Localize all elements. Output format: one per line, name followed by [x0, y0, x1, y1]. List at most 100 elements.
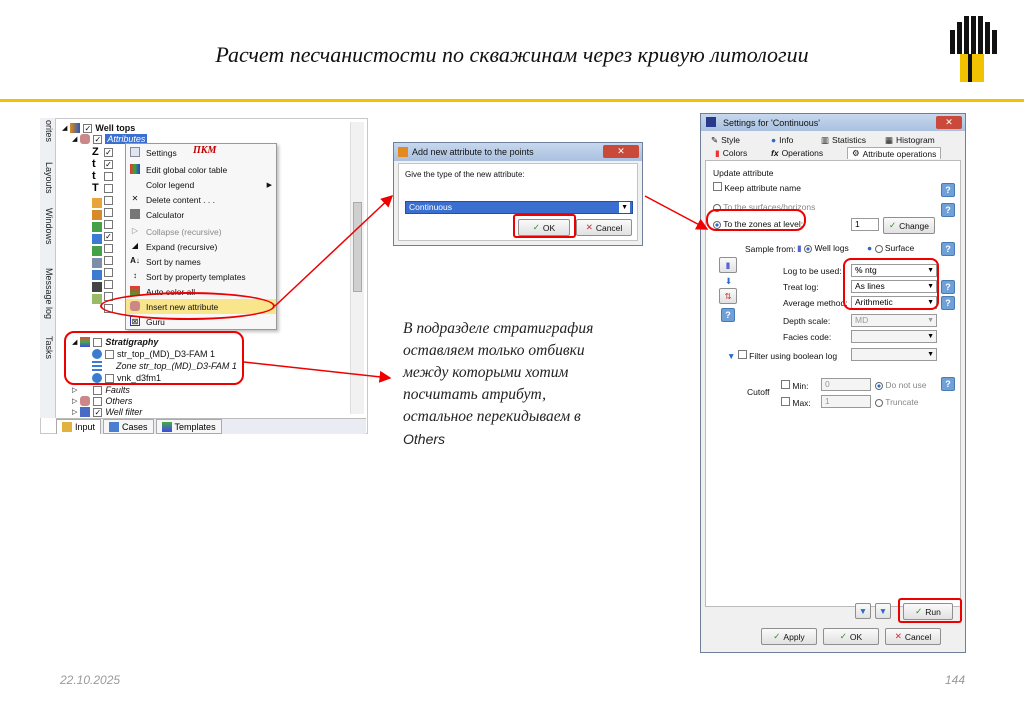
help-icon[interactable]: ? — [941, 203, 955, 217]
menu-item-sort-templates[interactable]: ↕ Sort by property templates — [126, 269, 276, 284]
checkbox[interactable] — [737, 350, 747, 359]
help-icon[interactable]: ? — [941, 183, 955, 197]
dialog-titlebar: Settings for 'Continuous' ✕ — [701, 114, 965, 131]
check-icon: ✓ — [839, 631, 847, 641]
depth-scale-label: Depth scale: — [783, 316, 831, 326]
sort-names-icon: A↓ — [130, 256, 140, 265]
ok-button[interactable]: ✓ OK — [823, 628, 879, 645]
menu-item-delete-content[interactable]: ✕ Delete content . . . — [126, 192, 276, 207]
close-button[interactable]: ✕ — [936, 116, 962, 129]
tab-layouts[interactable]: Layouts — [44, 162, 54, 194]
checkbox[interactable]: ✓ — [93, 134, 103, 144]
checkbox[interactable] — [104, 256, 113, 265]
well-filter-icon — [80, 407, 91, 417]
app-icon — [706, 117, 716, 127]
checkbox[interactable]: ✓ — [104, 160, 113, 169]
tab-cases[interactable]: Cases — [103, 419, 154, 434]
menu-item-collapse[interactable]: ▷ Collapse (recursive) — [126, 224, 276, 239]
checkbox[interactable] — [104, 244, 113, 253]
checkbox[interactable] — [104, 184, 113, 193]
filter-icon: ▼ — [858, 606, 868, 616]
tree-item-others[interactable]: ▷ Others — [72, 396, 132, 406]
checkbox[interactable] — [104, 268, 113, 277]
tab-style[interactable]: ✎ Style — [707, 134, 744, 146]
tab-tasks[interactable]: Tasks — [44, 336, 54, 359]
boolean-log-select[interactable]: ▼ — [851, 348, 937, 361]
tab-input[interactable]: Input — [56, 419, 102, 434]
filter-down-button[interactable]: ▼ — [875, 603, 891, 619]
close-button[interactable]: ✕ — [603, 145, 639, 158]
tab-operations[interactable]: fx Operations — [767, 147, 827, 159]
checkbox[interactable] — [104, 220, 113, 229]
depth-scale-select[interactable]: MD ▼ — [851, 314, 937, 327]
well-logs-option[interactable]: ▮ Well logs — [797, 243, 849, 254]
facies-code-select[interactable]: ▼ — [851, 330, 937, 343]
cancel-button[interactable]: ✕ Cancel — [885, 628, 941, 645]
min-option[interactable]: Min: — [781, 380, 808, 391]
checkbox[interactable] — [104, 280, 113, 289]
tab-favorites[interactable]: orites — [44, 120, 54, 142]
instruction-text: В подразделе стратиграфия оставляем толь… — [403, 320, 594, 447]
checkbox[interactable] — [93, 396, 103, 406]
filter-icon: ▼ — [727, 351, 736, 361]
log-icon-button[interactable]: ▮ — [719, 257, 737, 273]
apply-button[interactable]: ✓ Apply — [761, 628, 817, 645]
bottom-tab-strip: Input Cases Templates — [56, 418, 366, 434]
copy-button[interactable]: ⇅ — [719, 288, 737, 304]
max-input[interactable]: 1 — [821, 395, 871, 408]
checkbox[interactable]: ✓ — [104, 148, 113, 157]
filter-up-button[interactable]: ▼ — [855, 603, 871, 619]
expand-icon: ◢ — [131, 241, 139, 250]
attribute-type-select[interactable]: Continuous ▼ — [405, 201, 633, 214]
sort-templates-icon: ↕ — [133, 271, 137, 280]
help-icon[interactable]: ? — [721, 308, 735, 322]
vertical-scrollbar[interactable] — [350, 122, 364, 414]
tab-colors[interactable]: ▮ Colors — [711, 147, 751, 159]
truncate-option[interactable]: Truncate — [875, 397, 918, 407]
collapse-icon: ▷ — [131, 226, 139, 235]
tree-item-well-filter[interactable]: ▷ ✓ Well filter — [72, 407, 142, 417]
checkbox[interactable]: ✓ — [93, 407, 103, 417]
tab-templates[interactable]: Templates — [155, 419, 222, 434]
cancel-button[interactable]: ✕ Cancel — [576, 219, 632, 236]
checkbox[interactable]: ✓ — [104, 232, 113, 241]
tab-histogram[interactable]: ▦ Histogram — [881, 134, 939, 146]
menu-item-edit-color-table[interactable]: Edit global color table — [126, 162, 276, 177]
zone-level-input[interactable]: 1 — [851, 218, 879, 231]
checkbox[interactable]: ✓ — [83, 123, 93, 133]
checkbox[interactable] — [781, 397, 790, 406]
help-icon[interactable]: ? — [941, 377, 955, 391]
page-number: 144 — [945, 673, 966, 687]
checkbox[interactable] — [781, 380, 790, 389]
filter-boolean-option[interactable]: ▼ Filter using boolean log — [727, 350, 837, 361]
menu-item-calculator[interactable]: Calculator — [126, 207, 276, 222]
tab-windows[interactable]: Windows — [44, 208, 54, 245]
highlight-log-options — [843, 258, 939, 310]
menu-item-expand[interactable]: ◢ Expand (recursive) — [126, 239, 276, 254]
menu-item-sort-names[interactable]: A↓ Sort by names — [126, 254, 276, 269]
tree-item-well-tops[interactable]: ◢ ✓ Well tops — [62, 123, 135, 133]
tab-attribute-operations[interactable]: ⚙ Attribute operations — [847, 147, 942, 159]
tab-info[interactable]: ● Info — [767, 134, 797, 146]
keep-name-option[interactable]: Keep attribute name — [713, 182, 801, 193]
checkbox[interactable] — [104, 172, 113, 181]
calculator-icon — [130, 209, 140, 219]
help-icon[interactable]: ? — [941, 296, 955, 310]
statistics-icon: ▥ — [821, 134, 830, 145]
checkbox[interactable] — [104, 208, 113, 217]
max-option[interactable]: Max: — [781, 397, 811, 408]
tab-statistics[interactable]: ▥ Statistics — [817, 134, 870, 146]
change-button[interactable]: ✓ Change — [883, 217, 935, 234]
tab-message-log[interactable]: Message log — [44, 268, 54, 319]
menu-item-color-legend[interactable]: Color legend ▶ — [126, 177, 276, 192]
surface-option[interactable]: ● Surface — [867, 243, 914, 253]
checkbox[interactable] — [713, 182, 722, 191]
checkbox[interactable] — [93, 385, 103, 395]
min-input[interactable]: 0 — [821, 378, 871, 391]
do-not-use-option[interactable]: Do not use — [875, 380, 927, 390]
checkbox[interactable] — [104, 196, 113, 205]
help-icon[interactable]: ? — [941, 242, 955, 256]
help-icon[interactable]: ? — [941, 280, 955, 294]
tree-item-faults[interactable]: ▷ Faults — [72, 385, 130, 395]
slide-title: Расчет песчанистости по скважинам через … — [215, 42, 809, 67]
